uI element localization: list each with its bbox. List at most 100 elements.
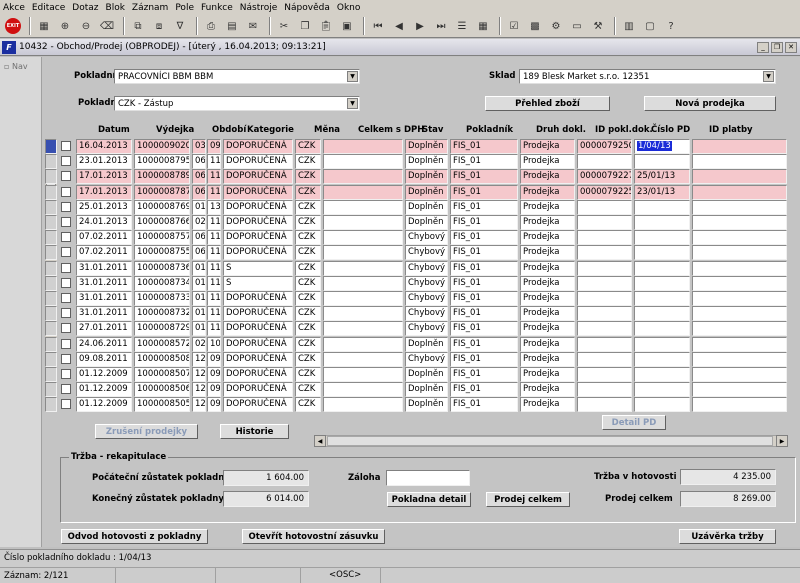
cell-vydejka[interactable]: 1000008766: [134, 215, 190, 230]
row-indicator[interactable]: [45, 367, 57, 382]
checkbox-icon[interactable]: [61, 171, 71, 182]
cell-kategorie[interactable]: DOPORUČENÁ: [223, 321, 293, 337]
chevron-down-icon[interactable]: ▼: [347, 71, 358, 82]
zaloha-input[interactable]: [386, 470, 470, 486]
row-checkbox[interactable]: [60, 367, 74, 382]
cell-celkem[interactable]: [323, 245, 403, 261]
query-execute-button[interactable]: ⧈: [150, 17, 168, 35]
row-checkbox[interactable]: [60, 351, 74, 367]
checkbox-icon[interactable]: [61, 384, 71, 395]
cell-o1[interactable]: 01: [192, 291, 206, 306]
cell-pokladnik[interactable]: FIS_01: [450, 245, 518, 261]
cell-o1[interactable]: 02: [192, 215, 206, 230]
cell-idplat[interactable]: [692, 291, 787, 306]
row-checkbox[interactable]: [60, 184, 74, 200]
cell-stav[interactable]: Doplněn: [405, 199, 448, 215]
cell-stav[interactable]: Doplněn: [405, 139, 448, 154]
cell-celkem[interactable]: [323, 321, 403, 337]
cell-pokladnik[interactable]: FIS_01: [450, 351, 518, 367]
cell-idplat[interactable]: [692, 215, 787, 230]
table-row[interactable]: 31.01.2011 1000008734 01 11 S CZK Chybový FIS_0…: [45, 275, 800, 291]
cell-stav[interactable]: Chybový: [405, 351, 448, 367]
historie-button[interactable]: Historie: [220, 424, 289, 439]
cell-datum[interactable]: 27.01.2011: [76, 321, 132, 337]
lov-button[interactable]: ☰: [453, 17, 471, 35]
chevron-down-icon[interactable]: ▼: [347, 98, 358, 109]
cell-cislo[interactable]: [634, 215, 690, 230]
table-row[interactable]: 17.01.2013 1000008789 06 11 DOPORUČENÁ CZK Dop…: [45, 169, 800, 185]
checkbox-icon[interactable]: [61, 323, 71, 334]
cell-vydejka[interactable]: 1000008769: [134, 199, 190, 215]
cell-cislo[interactable]: [634, 321, 690, 337]
cell-stav[interactable]: Doplněn: [405, 367, 448, 382]
prev-record-button[interactable]: ◀: [390, 17, 408, 35]
cell-idpok[interactable]: [577, 336, 632, 352]
menu-0[interactable]: Akce: [3, 3, 25, 13]
row-indicator[interactable]: [45, 169, 57, 185]
cell-o1[interactable]: 06: [192, 169, 206, 185]
cell-kategorie[interactable]: DOPORUČENÁ: [223, 351, 293, 367]
cell-cislo[interactable]: [634, 367, 690, 382]
cell-o1[interactable]: 12: [192, 382, 206, 398]
row-checkbox[interactable]: [60, 169, 74, 185]
checkbox-icon[interactable]: [61, 186, 71, 197]
pokladnik-select[interactable]: PRACOVNÍCI BBM BBM ▼: [114, 69, 360, 84]
row-checkbox[interactable]: [60, 199, 74, 215]
first-record-button[interactable]: ⏮: [369, 17, 387, 35]
cell-celkem[interactable]: [323, 199, 403, 215]
cell-celkem[interactable]: [323, 306, 403, 322]
cell-druh[interactable]: Prodejka: [520, 184, 575, 200]
cell-o2[interactable]: 13: [207, 199, 221, 215]
attachments-button[interactable]: ▩: [526, 17, 544, 35]
cell-o1[interactable]: 06: [192, 245, 206, 261]
cell-mena[interactable]: CZK: [295, 245, 321, 261]
pokladna-detail-button[interactable]: Pokladna detail: [387, 492, 471, 507]
cell-kategorie[interactable]: DOPORUČENÁ: [223, 397, 293, 413]
chevron-down-icon[interactable]: ▼: [763, 71, 774, 82]
cell-kategorie[interactable]: DOPORUČENÁ: [223, 169, 293, 185]
cell-druh[interactable]: Prodejka: [520, 367, 575, 382]
cell-vydejka[interactable]: 1000008734: [134, 275, 190, 291]
cell-kategorie[interactable]: S: [223, 260, 293, 276]
row-indicator[interactable]: [45, 336, 57, 352]
cell-cislo[interactable]: [634, 382, 690, 398]
cell-kategorie[interactable]: DOPORUČENÁ: [223, 154, 293, 170]
cell-vydejka[interactable]: 1000009020: [134, 139, 190, 154]
cell-celkem[interactable]: [323, 336, 403, 352]
cell-cislo[interactable]: 1/04/13: [634, 139, 690, 154]
cell-mena[interactable]: CZK: [295, 367, 321, 382]
delete-record-button[interactable]: ⊖: [77, 17, 95, 35]
table-row[interactable]: 31.01.2011 1000008736 01 11 S CZK Chybový FIS_0…: [45, 260, 800, 276]
cell-o2[interactable]: 09: [207, 397, 221, 413]
cell-idpok[interactable]: [577, 351, 632, 367]
cell-mena[interactable]: CZK: [295, 351, 321, 367]
cell-druh[interactable]: Prodejka: [520, 215, 575, 230]
cell-kategorie[interactable]: DOPORUČENÁ: [223, 382, 293, 398]
cell-datum[interactable]: 09.08.2011: [76, 351, 132, 367]
row-indicator[interactable]: [45, 351, 57, 367]
cell-celkem[interactable]: [323, 291, 403, 306]
cell-idpok[interactable]: [577, 245, 632, 261]
menu-9[interactable]: Okno: [337, 3, 361, 13]
menu-2[interactable]: Dotaz: [72, 3, 98, 13]
checkbox-icon[interactable]: [61, 232, 71, 243]
otevrit-zasuvku-button[interactable]: Otevřít hotovostní zásuvku: [242, 529, 385, 544]
cell-celkem[interactable]: [323, 184, 403, 200]
cell-o2[interactable]: 11: [207, 245, 221, 261]
cell-o2[interactable]: 11: [207, 260, 221, 276]
cell-o1[interactable]: 01: [192, 199, 206, 215]
print-button[interactable]: ⎙: [202, 17, 220, 35]
row-checkbox[interactable]: [60, 291, 74, 306]
table-row[interactable]: 01.12.2009 1000008506 12 09 DOPORUČENÁ CZK Dop…: [45, 382, 800, 398]
cell-vydejka[interactable]: 1000008733: [134, 291, 190, 306]
cell-mena[interactable]: CZK: [295, 230, 321, 246]
cell-cislo[interactable]: [634, 260, 690, 276]
checkbox-icon[interactable]: [61, 217, 71, 227]
odvod-hotovosti-button[interactable]: Odvod hotovosti z pokladny: [61, 529, 208, 544]
filter-button[interactable]: ∇: [171, 17, 189, 35]
row-indicator[interactable]: [45, 139, 57, 154]
checkbox-icon[interactable]: [61, 353, 71, 364]
cell-mena[interactable]: CZK: [295, 382, 321, 398]
cell-kategorie[interactable]: S: [223, 275, 293, 291]
cell-druh[interactable]: Prodejka: [520, 169, 575, 185]
